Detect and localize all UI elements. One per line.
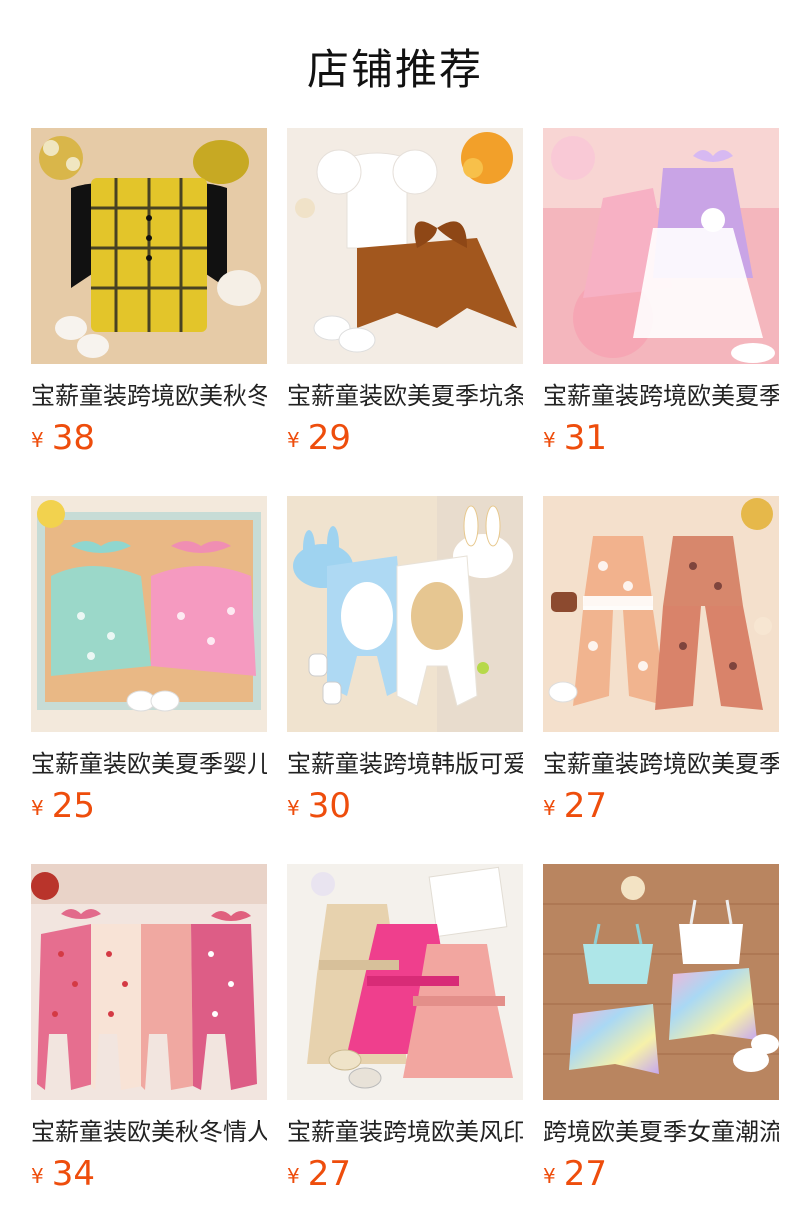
product-name[interactable]: 宝薪童装欧美夏季婴儿 bbox=[31, 748, 267, 780]
price-value: 30 bbox=[307, 786, 351, 826]
product-price: ¥27 bbox=[543, 1156, 607, 1198]
price-value: 34 bbox=[51, 1154, 95, 1194]
price-value: 27 bbox=[307, 1154, 351, 1194]
currency-symbol: ¥ bbox=[31, 796, 44, 820]
product-image[interactable] bbox=[31, 128, 267, 364]
currency-symbol: ¥ bbox=[287, 1164, 300, 1188]
product-name[interactable]: 宝薪童装跨境韩版可爱 bbox=[287, 748, 523, 780]
product-name[interactable]: 宝薪童装跨境欧美夏季 bbox=[543, 748, 779, 780]
product-image[interactable] bbox=[31, 864, 267, 1100]
currency-symbol: ¥ bbox=[31, 1164, 44, 1188]
product-image[interactable] bbox=[543, 496, 779, 732]
product-name[interactable]: 跨境欧美夏季女童潮流 bbox=[543, 1116, 779, 1148]
product-price: ¥29 bbox=[287, 420, 351, 462]
product-price: ¥27 bbox=[543, 788, 607, 830]
product-name[interactable]: 宝薪童装跨境欧美夏季 bbox=[543, 380, 779, 412]
product-image[interactable] bbox=[543, 128, 779, 364]
product-name[interactable]: 宝薪童装欧美秋冬情人 bbox=[31, 1116, 267, 1148]
price-value: 38 bbox=[51, 418, 95, 458]
currency-symbol: ¥ bbox=[543, 428, 556, 452]
product-price: ¥34 bbox=[31, 1156, 95, 1198]
product-name[interactable]: 宝薪童装欧美夏季坑条 bbox=[287, 380, 523, 412]
currency-symbol: ¥ bbox=[543, 1164, 556, 1188]
product-price: ¥30 bbox=[287, 788, 351, 830]
product-price: ¥25 bbox=[31, 788, 95, 830]
page-title: 店铺推荐 bbox=[306, 45, 483, 94]
currency-symbol: ¥ bbox=[287, 428, 300, 452]
product-image[interactable] bbox=[287, 864, 523, 1100]
store-recommendation-page: 店铺推荐 宝薪童装跨境欧美秋冬 ¥ 38 宝薪童装欧美夏季坑条 ¥ 29 宝薪童… bbox=[0, 0, 790, 1232]
product-price: ¥38 bbox=[31, 420, 95, 462]
price-value: 25 bbox=[51, 786, 95, 826]
price-value: 27 bbox=[563, 786, 607, 826]
product-image[interactable] bbox=[31, 496, 267, 732]
product-image[interactable] bbox=[287, 496, 523, 732]
currency-symbol: ¥ bbox=[31, 428, 44, 452]
product-name[interactable]: 宝薪童装跨境欧美秋冬 bbox=[31, 380, 267, 412]
product-name[interactable]: 宝薪童装跨境欧美风印 bbox=[287, 1116, 523, 1148]
currency-symbol: ¥ bbox=[287, 796, 300, 820]
price-value: 31 bbox=[563, 418, 607, 458]
price-value: 29 bbox=[307, 418, 351, 458]
product-price: ¥31 bbox=[543, 420, 607, 462]
product-image[interactable] bbox=[287, 128, 523, 364]
price-value: 27 bbox=[563, 1154, 607, 1194]
product-image[interactable] bbox=[543, 864, 779, 1100]
product-price: ¥27 bbox=[287, 1156, 351, 1198]
currency-symbol: ¥ bbox=[543, 796, 556, 820]
